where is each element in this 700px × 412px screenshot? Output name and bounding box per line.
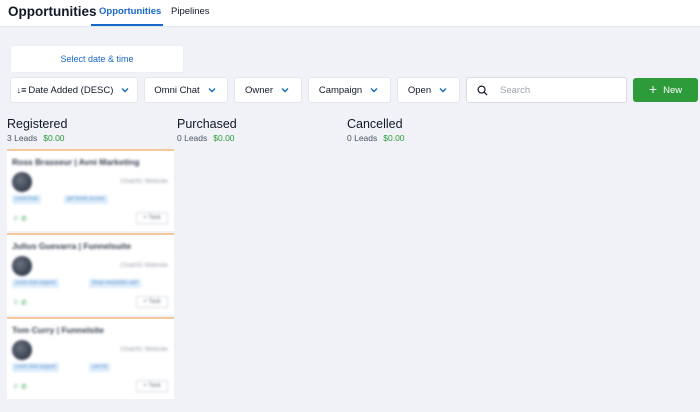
column-title: Cancelled <box>347 117 403 131</box>
status-filter[interactable]: Open <box>397 77 460 103</box>
opportunity-card[interactable]: Julius Guevarra | Funnelsuite Chat/IG We… <box>7 233 174 315</box>
date-picker-button[interactable]: Select date & time <box>10 45 184 73</box>
card-source: Chat/IG Website <box>120 262 168 269</box>
phone-icon[interactable]: ⚐ ✆ <box>13 215 27 223</box>
avatar <box>12 340 32 360</box>
status-filter-label: Open <box>407 84 432 96</box>
chevron-down-icon <box>439 88 447 93</box>
add-task-button[interactable]: + Task <box>136 296 168 308</box>
card-tag: covid chat support <box>12 279 59 288</box>
sort-dropdown[interactable]: ↓≡ Date Added (DESC) <box>10 77 138 103</box>
phone-icon[interactable]: ⚐ ✆ <box>13 383 27 391</box>
tab-opportunities[interactable]: Opportunities <box>99 6 161 17</box>
column-summary: 3 Leads $0.00 <box>7 133 67 143</box>
card-tag: get funds access <box>64 195 108 204</box>
active-tab-indicator <box>91 24 163 26</box>
phone-icon[interactable]: ⚐ ✆ <box>13 299 27 307</box>
opportunity-card[interactable]: Tom Curry | Funnelsite Chat/IG Website c… <box>7 317 174 399</box>
opportunity-card[interactable]: Ross Brasseur | Avni Marketing Chat/IG W… <box>7 149 174 231</box>
card-contact-name: Julius Guevarra | Funnelsuite <box>12 241 132 251</box>
search-icon <box>477 85 488 96</box>
lead-count: 0 Leads <box>347 133 378 143</box>
card-tag: covid chat support <box>12 363 59 372</box>
column-amount: $0.00 <box>383 133 405 143</box>
top-bar: Opportunities Opportunities Pipelines <box>0 0 700 27</box>
tab-pipelines[interactable]: Pipelines <box>171 6 210 17</box>
add-task-button[interactable]: + Task <box>136 380 168 392</box>
column-amount: $0.00 <box>213 133 235 143</box>
owner-filter-label: Owner <box>245 84 273 96</box>
lead-count: 0 Leads <box>177 133 208 143</box>
avatar <box>12 172 32 192</box>
add-task-button[interactable]: + Task <box>136 212 168 224</box>
avatar <box>12 256 32 276</box>
card-tag: covid lead <box>12 195 41 204</box>
column-summary: 0 Leads $0.00 <box>347 133 405 143</box>
card-tag: Shop newsletter add <box>89 279 141 288</box>
lead-count: 3 Leads <box>7 133 38 143</box>
campaign-filter[interactable]: Campaign <box>308 77 391 103</box>
column-title: Purchased <box>177 117 237 131</box>
sort-descending-icon: ↓≡ <box>16 85 27 95</box>
new-button-label: New <box>663 84 683 96</box>
page-title: Opportunities <box>8 4 97 19</box>
chevron-down-icon <box>121 88 129 93</box>
column-header-purchased: Purchased 0 Leads $0.00 <box>177 117 237 143</box>
chevron-down-icon <box>281 88 289 93</box>
card-source: Chat/IG Website <box>120 346 168 353</box>
column-summary: 0 Leads $0.00 <box>177 133 237 143</box>
card-contact-name: Ross Brasseur | Avni Marketing <box>12 157 140 167</box>
column-amount: $0.00 <box>43 133 65 143</box>
chevron-down-icon <box>370 88 378 93</box>
campaign-filter-label: Campaign <box>318 84 363 96</box>
column-header-registered: Registered 3 Leads $0.00 <box>7 117 67 143</box>
chevron-down-icon <box>208 88 216 93</box>
column-header-cancelled: Cancelled 0 Leads $0.00 <box>347 117 405 143</box>
column-title: Registered <box>7 117 68 131</box>
card-contact-name: Tom Curry | Funnelsite <box>12 325 104 335</box>
new-opportunity-button[interactable]: + New <box>633 78 698 102</box>
card-tag: cart lot <box>89 363 111 372</box>
sort-dropdown-label: Date Added (DESC) <box>28 84 114 96</box>
plus-icon: + <box>648 81 658 97</box>
omni-chat-filter[interactable]: Omni Chat <box>144 77 228 103</box>
search-input[interactable] <box>500 84 610 96</box>
omni-chat-filter-label: Omni Chat <box>154 84 200 96</box>
owner-filter[interactable]: Owner <box>234 77 302 103</box>
card-source: Chat/IG Website <box>120 178 168 185</box>
search-box[interactable] <box>466 77 627 103</box>
registered-cards-list: Ross Brasseur | Avni Marketing Chat/IG W… <box>7 149 174 401</box>
